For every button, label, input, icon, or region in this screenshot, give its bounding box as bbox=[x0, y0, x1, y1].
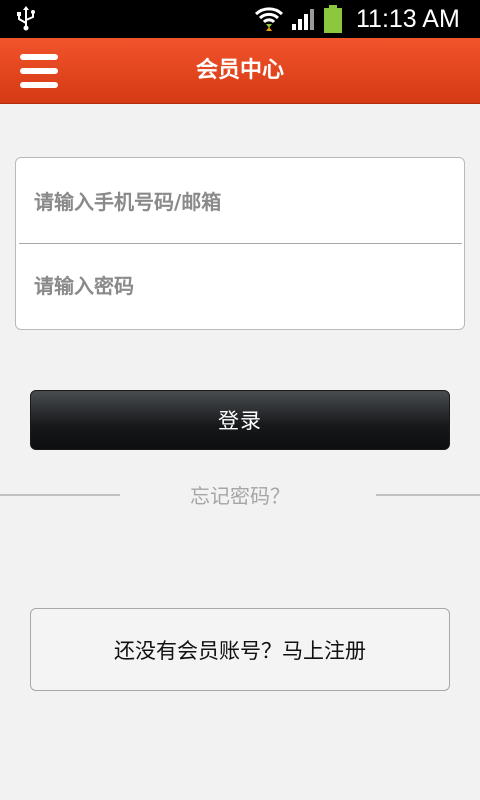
menu-icon bbox=[20, 54, 58, 60]
status-bar: 11:13 AM bbox=[0, 0, 480, 38]
wifi-icon bbox=[254, 7, 284, 31]
divider-right bbox=[376, 494, 480, 496]
forgot-password-link[interactable]: 忘记密码？ bbox=[140, 480, 340, 512]
battery-icon bbox=[324, 5, 342, 33]
login-button[interactable]: 登录 bbox=[30, 390, 450, 450]
menu-button[interactable] bbox=[20, 54, 58, 88]
divider-left bbox=[0, 494, 120, 496]
signal-icon bbox=[292, 9, 314, 30]
status-time: 11:13 AM bbox=[356, 5, 460, 33]
account-input[interactable] bbox=[34, 182, 454, 222]
usb-icon bbox=[17, 6, 35, 31]
password-input[interactable] bbox=[34, 266, 454, 306]
register-button[interactable]: 还没有会员账号？马上注册 bbox=[30, 608, 450, 691]
app-bar: 会员中心 bbox=[0, 38, 480, 104]
login-form-card bbox=[15, 157, 465, 330]
form-divider bbox=[19, 243, 462, 244]
page-title: 会员中心 bbox=[195, 58, 284, 83]
